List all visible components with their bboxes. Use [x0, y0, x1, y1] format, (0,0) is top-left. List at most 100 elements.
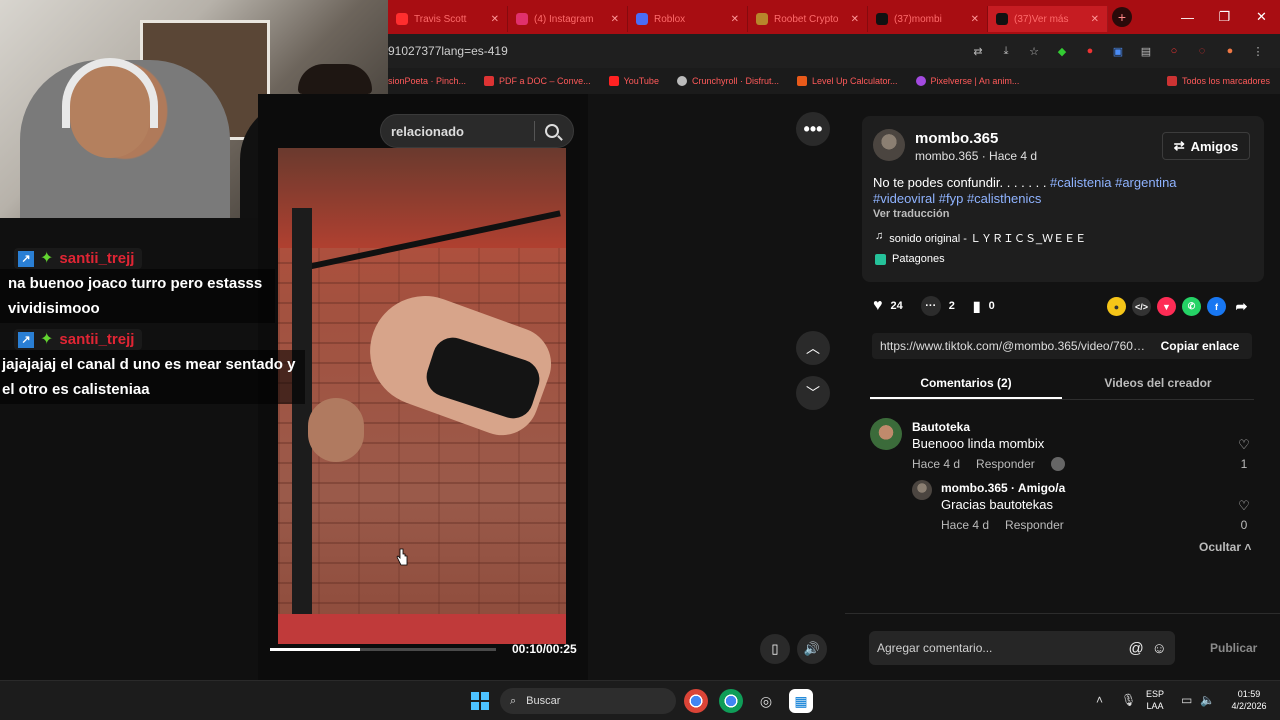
- search-input[interactable]: relacionado: [380, 114, 574, 148]
- hide-replies-button[interactable]: Ocultar ˄: [1199, 540, 1251, 554]
- comment-author[interactable]: mombo.365 · Amigo/a: [941, 481, 1065, 495]
- chevron-up-icon[interactable]: ˄: [1096, 693, 1103, 707]
- coin-icon[interactable]: ●: [1107, 297, 1126, 316]
- comment-like-button[interactable]: ♡ 1: [1234, 437, 1254, 471]
- search-icon: ⌕: [510, 694, 517, 707]
- windows-start-icon[interactable]: [471, 692, 489, 710]
- extension-red2-icon[interactable]: ◌: [1194, 43, 1210, 59]
- translate-ext-icon[interactable]: ▣: [1110, 43, 1126, 59]
- previous-video-button[interactable]: ︿: [796, 331, 830, 365]
- sound-link[interactable]: ♫ sonido original - ＬＹＲＩＣＳ_ＷＥＥＥ: [875, 230, 1086, 246]
- video-link[interactable]: https://www.tiktok.com/@mombo.365/video/…: [872, 339, 1148, 353]
- browser-tab[interactable]: (4) Instagram ✕: [508, 6, 628, 32]
- browser-tab[interactable]: Roobet Crypto ✕: [748, 6, 868, 32]
- comment-input[interactable]: Agregar comentario... @ ☺: [869, 631, 1175, 665]
- video-progress[interactable]: [270, 648, 496, 651]
- comment-like-button[interactable]: ♡ 0: [1234, 498, 1254, 532]
- bookmark-item[interactable]: Level Up Calculator...: [796, 76, 898, 86]
- volume-icon[interactable]: 🔈: [1200, 693, 1215, 707]
- install-icon[interactable]: ⤓: [998, 43, 1014, 59]
- like-button[interactable]: ♥ 24: [873, 297, 903, 315]
- menu-icon[interactable]: ⋮: [1250, 43, 1266, 59]
- more-options-button[interactable]: •••: [796, 112, 830, 146]
- comment-text: Gracias bautotekas: [941, 497, 1054, 512]
- whatsapp-icon[interactable]: ✆: [1182, 297, 1201, 316]
- volume-icon[interactable]: 🔊: [797, 634, 827, 664]
- extension-red-icon[interactable]: ○: [1166, 43, 1182, 59]
- extension-icon[interactable]: ◆: [1054, 43, 1070, 59]
- new-tab-button[interactable]: +: [1112, 7, 1132, 27]
- address-bar: 91027377lang=es-419 ⇄ ⤓ ☆ ◆ ● ▣ ▤ ○ ◌ ● …: [388, 34, 1280, 68]
- embed-icon[interactable]: </>: [1132, 297, 1151, 316]
- browser-tab[interactable]: Roblox ✕: [628, 6, 748, 32]
- hashtags[interactable]: #videoviral #fyp #calisthenics: [873, 191, 1041, 206]
- all-bookmarks[interactable]: Todos los marcadores: [1166, 76, 1280, 86]
- tab-comments[interactable]: Comentarios (2): [870, 370, 1062, 399]
- reply-button[interactable]: Responder: [976, 457, 1035, 471]
- bookmark-item[interactable]: Crunchyroll · Disfrut...: [676, 76, 779, 86]
- taskbar-search[interactable]: ⌕ Buscar: [500, 688, 676, 714]
- clock[interactable]: 01:59 4/2/2026: [1224, 688, 1274, 712]
- close-icon[interactable]: ✕: [971, 14, 979, 25]
- mention-icon[interactable]: @: [1128, 640, 1143, 657]
- language-indicator[interactable]: ESP LAA: [1146, 688, 1164, 712]
- close-icon[interactable]: ✕: [611, 14, 619, 25]
- comment-author[interactable]: Bautoteka: [912, 420, 970, 434]
- browser-tab[interactable]: Travis Scott ✕: [388, 6, 508, 32]
- copy-link-button[interactable]: Copiar enlace: [1148, 333, 1252, 359]
- comment-meta: Hace 4 d Responder: [912, 457, 1065, 471]
- save-button[interactable]: ▮ 0: [973, 298, 995, 315]
- adblock-icon[interactable]: ●: [1082, 43, 1098, 59]
- chrome-active-icon[interactable]: [719, 689, 743, 713]
- roobet-icon: [756, 13, 768, 25]
- author-name[interactable]: mombo.365: [915, 130, 998, 147]
- amigos-button[interactable]: ⇄ Amigos: [1162, 132, 1250, 160]
- chat-message: ↗ ✦ santii_trejj na buenoo joaco turro p…: [0, 248, 300, 323]
- chrome-icon[interactable]: [684, 689, 708, 713]
- translate-icon[interactable]: ⇄: [970, 43, 986, 59]
- puzzle-icon[interactable]: ▤: [1138, 43, 1154, 59]
- see-translation-link[interactable]: Ver traducción: [873, 208, 949, 220]
- close-icon[interactable]: ✕: [851, 14, 859, 25]
- store-icon[interactable]: ▦: [789, 689, 813, 713]
- comment-button[interactable]: ··· 2: [920, 296, 955, 316]
- emoji-icon[interactable]: ☺: [1152, 640, 1167, 657]
- bookmark-item[interactable]: Pixelverse | An anim...: [915, 76, 1019, 86]
- share-arrow-icon[interactable]: ➦: [1232, 297, 1251, 316]
- star-icon[interactable]: ☆: [1026, 43, 1042, 59]
- avatar[interactable]: [912, 480, 932, 500]
- close-icon[interactable]: ✕: [1091, 14, 1099, 25]
- browser-tab-active[interactable]: (37)Ver más ✕: [988, 6, 1108, 32]
- video-player[interactable]: [278, 148, 566, 644]
- facebook-icon[interactable]: f: [1207, 297, 1226, 316]
- pip-icon[interactable]: ▯: [760, 634, 790, 664]
- tab-creator-videos[interactable]: Videos del creador: [1062, 370, 1254, 399]
- reply-button[interactable]: Responder: [1005, 518, 1064, 532]
- close-icon[interactable]: ✕: [491, 14, 499, 25]
- bookmark-item[interactable]: sionPoeta · Pinch...: [388, 76, 466, 86]
- badge-icon: ↗: [18, 331, 34, 348]
- network-icon[interactable]: ▭: [1181, 693, 1192, 707]
- minimize-icon[interactable]: —: [1169, 0, 1206, 34]
- publish-button[interactable]: Publicar: [1210, 641, 1257, 655]
- chat-text: na buenoo joaco turro pero estasss vivid…: [0, 269, 275, 323]
- close-icon[interactable]: ✕: [731, 14, 739, 25]
- profile-icon[interactable]: ●: [1222, 43, 1238, 59]
- address-bar-icons: ⇄ ⤓ ☆ ◆ ● ▣ ▤ ○ ◌ ● ⋮: [970, 43, 1280, 59]
- location-link[interactable]: Patagones: [875, 253, 945, 265]
- send-icon[interactable]: ▼: [1157, 297, 1176, 316]
- hashtags[interactable]: #calistenia #argentina: [1050, 175, 1176, 190]
- next-video-button[interactable]: ﹀: [796, 376, 830, 410]
- close-window-icon[interactable]: ✕: [1243, 0, 1280, 34]
- xbox-icon[interactable]: ◎: [754, 689, 778, 713]
- microphone-icon[interactable]: 🎙: [1121, 693, 1136, 707]
- youtube-icon: [608, 76, 619, 86]
- search-icon[interactable]: [545, 124, 559, 138]
- bookmark-item[interactable]: PDF a DOC – Conve...: [484, 76, 591, 86]
- bookmark-item[interactable]: YouTube: [608, 76, 659, 86]
- avatar[interactable]: [870, 418, 902, 450]
- browser-tab[interactable]: (37)mombi ✕: [868, 6, 988, 32]
- avatar[interactable]: [873, 129, 905, 161]
- url-field[interactable]: 91027377lang=es-419: [388, 44, 970, 58]
- restore-icon[interactable]: ❐: [1206, 0, 1243, 34]
